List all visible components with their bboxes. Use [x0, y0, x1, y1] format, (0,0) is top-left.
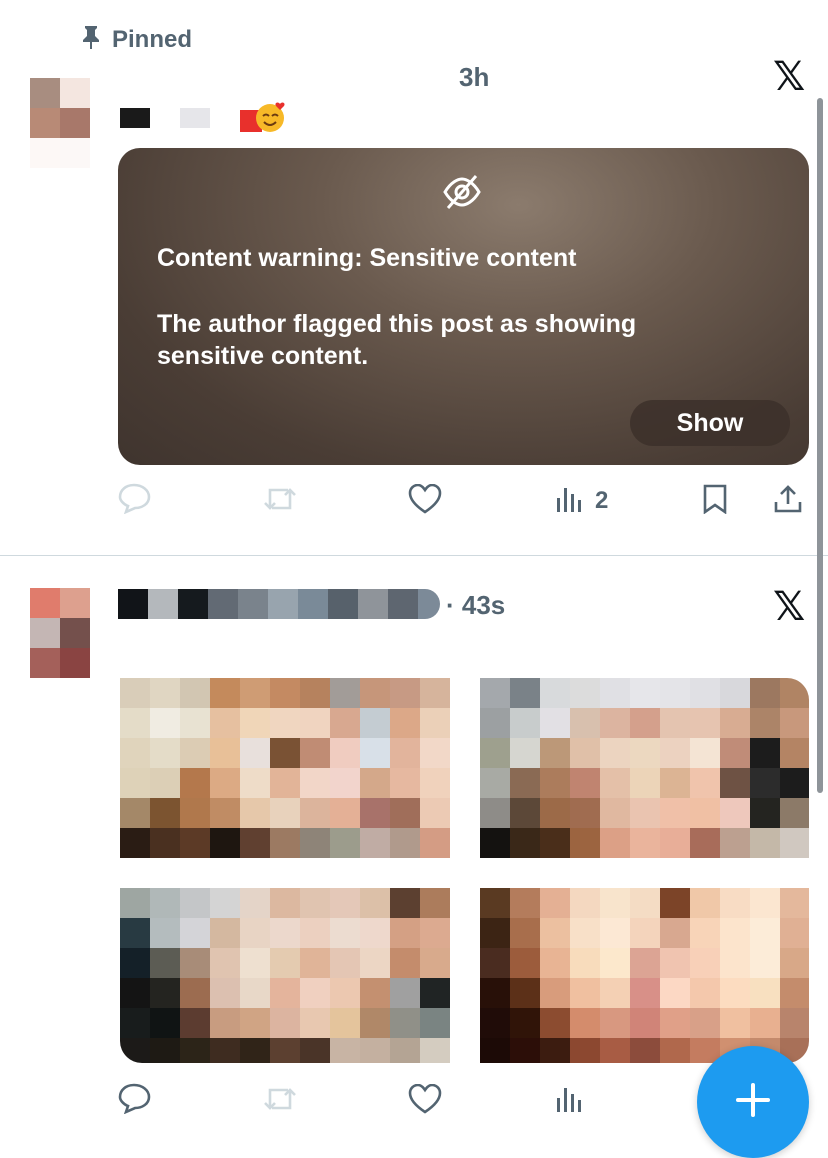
like-icon[interactable] — [408, 1084, 442, 1114]
display-name-redacted — [120, 108, 150, 128]
post-divider — [0, 555, 828, 556]
sensitive-media-card[interactable]: Content warning: Sensitive content The a… — [118, 148, 809, 465]
plus-icon — [733, 1080, 773, 1125]
warning-body: The author flagged this post as showing … — [157, 310, 637, 370]
views-icon[interactable] — [555, 1084, 583, 1114]
avatar[interactable] — [30, 588, 90, 678]
warning-title: Content warning: Sensitive content — [157, 244, 577, 272]
display-name-redacted — [118, 589, 440, 619]
display-name-redacted — [180, 108, 210, 128]
media-image-1[interactable] — [120, 678, 450, 858]
eye-slash-icon — [442, 172, 482, 217]
media-image-3[interactable] — [120, 888, 450, 1063]
media-image-4[interactable] — [480, 888, 809, 1063]
reply-icon[interactable] — [118, 1082, 152, 1114]
smiling-face-hearts-icon — [254, 100, 288, 139]
views-icon[interactable] — [555, 484, 583, 514]
share-icon[interactable] — [773, 484, 803, 514]
pinned-label: Pinned — [112, 25, 193, 53]
post-timestamp[interactable]: · 43s — [446, 590, 505, 621]
show-button[interactable]: Show — [630, 400, 790, 446]
repost-icon[interactable] — [262, 1084, 298, 1114]
x-logo-icon: 𝕏 — [773, 584, 806, 630]
pin-icon — [80, 24, 102, 55]
compose-post-button[interactable] — [697, 1046, 809, 1158]
repost-icon[interactable] — [262, 484, 298, 514]
like-icon[interactable] — [408, 484, 442, 514]
post-timestamp[interactable]: 3h — [459, 62, 489, 93]
pinned-indicator: Pinned — [80, 24, 192, 55]
views-count: 2 — [595, 487, 609, 514]
bookmark-icon[interactable] — [702, 484, 728, 514]
reply-icon[interactable] — [118, 482, 152, 514]
avatar[interactable] — [30, 78, 90, 168]
x-logo-icon: 𝕏 — [773, 54, 806, 100]
media-image-2[interactable] — [480, 678, 809, 858]
scrollbar[interactable] — [817, 98, 823, 793]
